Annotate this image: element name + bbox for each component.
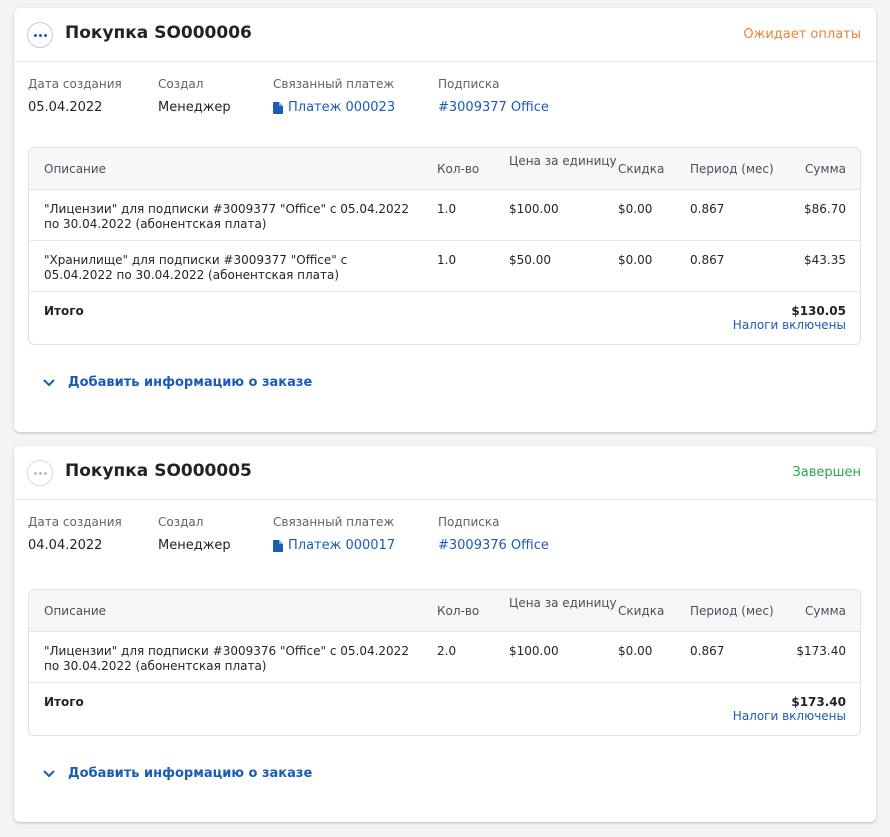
header-period: Период (мес) [690,162,774,176]
chevron-down-icon [43,770,55,777]
tax-note: Налоги включены [732,709,846,723]
linked-payment-label: Связанный платеж [273,77,395,91]
item-sum: $86.70 [804,202,846,216]
subscription-label: Подписка [438,515,500,529]
header-discount: Скидка [618,604,665,618]
item-unit-price: $50.00 [509,253,551,267]
total-row: Итого $130.05 Налоги включены [29,292,860,344]
item-unit-price: $100.00 [509,202,559,216]
item-description: "Хранилище" для подписки #3009377 "Offic… [44,253,348,282]
linked-payment-link[interactable]: Платеж 000017 [273,538,395,553]
order-card: Покупка SO000005 Завершен Дата создания … [14,446,876,822]
header-sum: Сумма [805,604,846,618]
subscription-link[interactable]: #3009377 Office [438,100,549,115]
order-header: Покупка SO000005 Завершен [14,446,876,500]
header-unit-price: Цена за единицу [509,596,617,610]
subscription-link[interactable]: #3009376 Office [438,538,549,553]
created-date-label: Дата создания [28,515,122,529]
item-discount: $0.00 [618,644,653,658]
total-row: Итого $173.40 Налоги включены [29,683,860,735]
table-row: "Лицензии" для подписки #3009376 "Office… [29,632,860,683]
linked-payment-field: Связанный платеж Платеж 000023 [273,77,395,115]
created-by-value: Менеджер [158,100,231,115]
item-discount: $0.00 [618,253,653,267]
created-by-label: Создал [158,515,204,529]
add-order-info-toggle[interactable]: Добавить информацию о заказе [43,766,312,781]
created-date-field: Дата создания 04.04.2022 [28,515,122,553]
item-description: "Лицензии" для подписки #3009377 "Office… [44,202,409,231]
table-row: "Хранилище" для подписки #3009377 "Offic… [29,241,860,292]
item-quantity: 1.0 [437,202,457,216]
created-date-label: Дата создания [28,77,122,91]
order-menu-button[interactable] [27,460,53,486]
total-value: $173.40 [791,695,846,709]
created-by-field: Создал Менеджер [158,77,231,115]
document-icon [273,101,283,114]
item-period: 0.867 [690,253,725,267]
created-by-field: Создал Менеджер [158,515,231,553]
add-order-info-label: Добавить информацию о заказе [68,375,313,390]
linked-payment-text: Платеж 000017 [288,538,396,553]
item-description: "Лицензии" для подписки #3009376 "Office… [44,644,409,673]
header-description: Описание [44,162,107,176]
linked-payment-text: Платеж 000023 [288,100,396,115]
order-meta: Дата создания 04.04.2022 Создал Менеджер… [14,500,876,576]
item-quantity: 2.0 [437,644,457,658]
total-label: Итого [44,304,84,318]
subscription-field: Подписка #3009377 Office [438,77,549,115]
header-description: Описание [44,604,107,618]
order-status: Ожидает оплаты [743,27,861,42]
more-horizontal-icon [33,471,47,475]
item-sum: $173.40 [796,644,846,658]
table-row: "Лицензии" для подписки #3009377 "Office… [29,190,860,241]
created-date-value: 05.04.2022 [28,100,103,115]
item-discount: $0.00 [618,202,653,216]
header-quantity: Кол-во [437,162,480,176]
order-items-table: Описание Кол-во Цена за единицу Скидка П… [28,589,861,736]
item-sum: $43.35 [804,253,846,267]
created-by-label: Создал [158,77,204,91]
header-quantity: Кол-во [437,604,480,618]
order-items-table: Описание Кол-во Цена за единицу Скидка П… [28,147,861,345]
total-value: $130.05 [791,304,846,318]
total-label: Итого [44,695,84,709]
created-by-value: Менеджер [158,538,231,553]
subscription-field: Подписка #3009376 Office [438,515,549,553]
linked-payment-link[interactable]: Платеж 000023 [273,100,395,115]
created-date-field: Дата создания 05.04.2022 [28,77,122,115]
linked-payment-label: Связанный платеж [273,515,395,529]
header-unit-price: Цена за единицу [509,154,617,168]
table-header: Описание Кол-во Цена за единицу Скидка П… [29,590,860,632]
add-order-info-label: Добавить информацию о заказе [68,766,313,781]
add-order-info-toggle[interactable]: Добавить информацию о заказе [43,375,312,390]
chevron-down-icon [43,379,55,386]
more-horizontal-icon [33,33,47,37]
document-icon [273,539,283,552]
order-menu-button[interactable] [27,22,53,48]
header-period: Период (мес) [690,604,774,618]
order-title: Покупка SO000005 [65,461,252,481]
item-quantity: 1.0 [437,253,457,267]
table-header: Описание Кол-во Цена за единицу Скидка П… [29,148,860,190]
header-discount: Скидка [618,162,665,176]
tax-note: Налоги включены [732,318,846,332]
order-status: Завершен [792,465,861,480]
order-header: Покупка SO000006 Ожидает оплаты [14,8,876,62]
header-sum: Сумма [805,162,846,176]
subscription-label: Подписка [438,77,500,91]
order-meta: Дата создания 05.04.2022 Создал Менеджер… [14,62,876,138]
item-period: 0.867 [690,202,725,216]
linked-payment-field: Связанный платеж Платеж 000017 [273,515,395,553]
order-card: Покупка SO000006 Ожидает оплаты Дата соз… [14,8,876,432]
item-period: 0.867 [690,644,725,658]
item-unit-price: $100.00 [509,644,559,658]
order-title: Покупка SO000006 [65,23,252,43]
created-date-value: 04.04.2022 [28,538,103,553]
